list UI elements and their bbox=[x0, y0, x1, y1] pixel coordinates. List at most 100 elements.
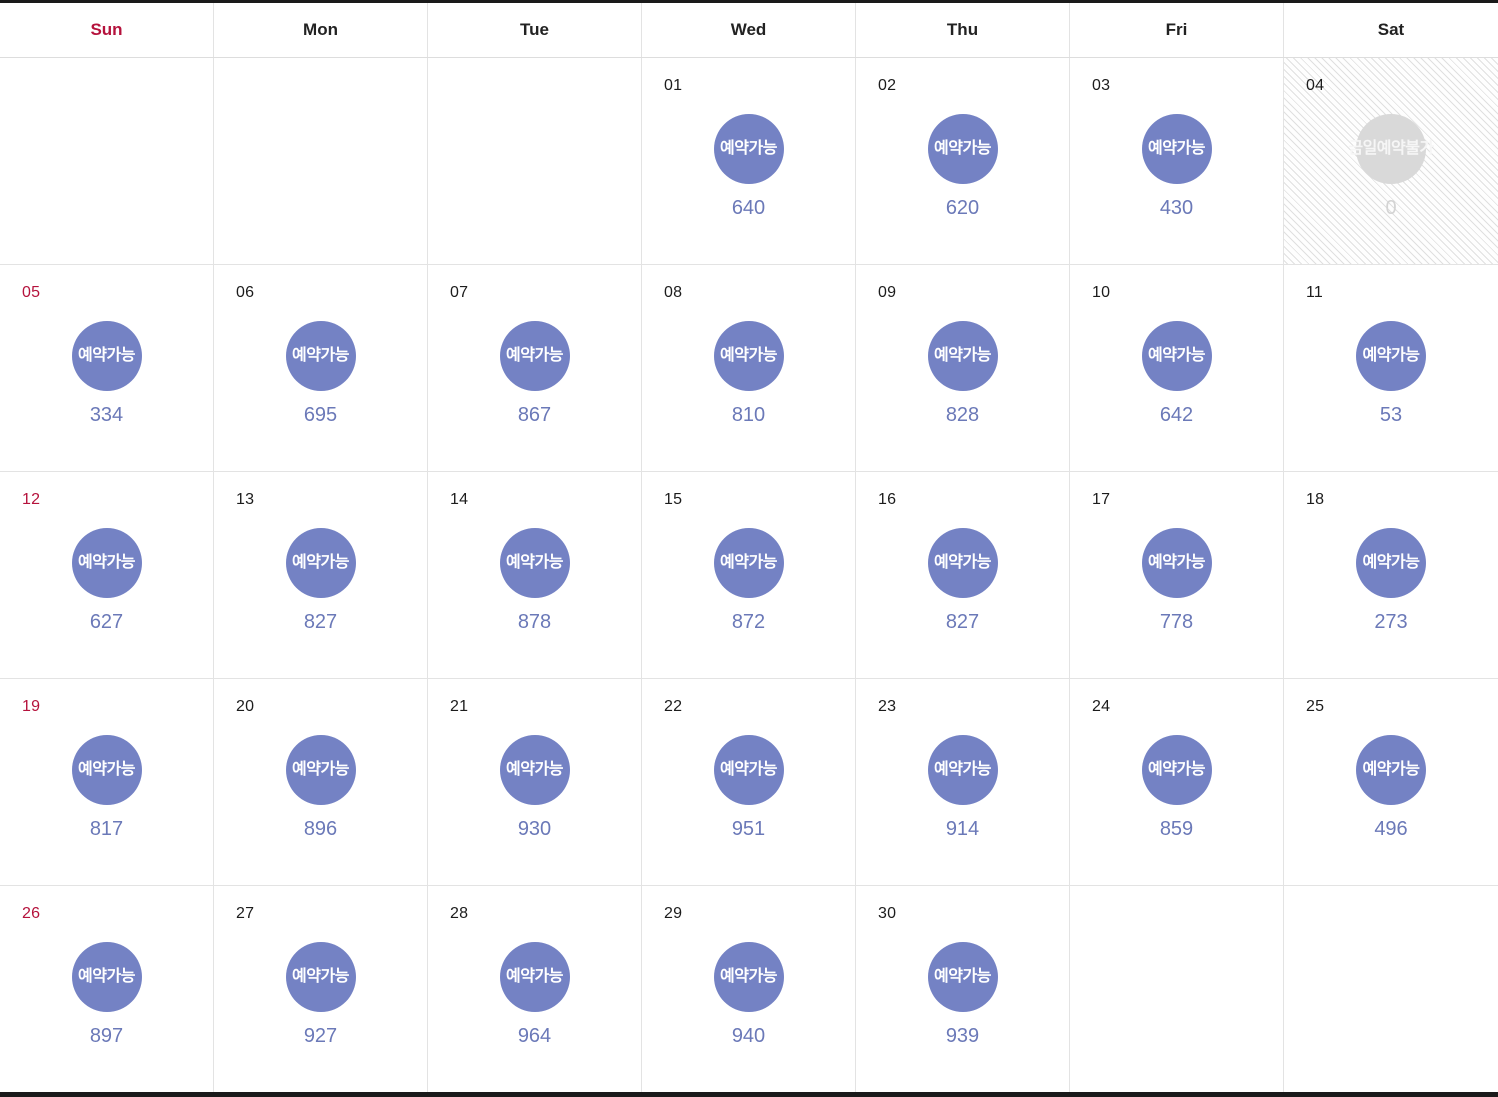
available-count: 778 bbox=[1159, 611, 1194, 633]
available-count: 273 bbox=[1374, 611, 1408, 633]
booking-available-button[interactable]: 예약가능 bbox=[713, 321, 784, 391]
booking-available-button[interactable]: 예약가능 bbox=[285, 735, 356, 805]
booking-available-button[interactable]: 예약가능 bbox=[499, 321, 570, 391]
day-cell-11[interactable]: 11 예약가능 53 bbox=[1284, 265, 1498, 471]
day-body: 예약가능 810 bbox=[642, 321, 855, 425]
status-label: 예약가능 bbox=[292, 347, 349, 364]
available-count: 867 bbox=[517, 404, 552, 426]
day-cell-22[interactable]: 22 예약가능 951 bbox=[642, 679, 856, 885]
booking-available-button[interactable]: 예약가능 bbox=[713, 735, 784, 805]
available-count: 872 bbox=[731, 611, 766, 633]
day-cell-23[interactable]: 23 예약가능 914 bbox=[856, 679, 1070, 885]
day-cell-16[interactable]: 16 예약가능 827 bbox=[856, 472, 1070, 678]
booking-available-button[interactable]: 예약가능 bbox=[71, 942, 142, 1012]
booking-available-button[interactable]: 예약가능 bbox=[1141, 321, 1212, 391]
booking-available-button[interactable]: 예약가능 bbox=[1356, 321, 1426, 391]
booking-available-button[interactable]: 예약가능 bbox=[1356, 735, 1426, 805]
day-number: 06 bbox=[236, 284, 255, 301]
day-cell-30[interactable]: 30 예약가능 939 bbox=[856, 886, 1070, 1092]
status-label: 예약가능 bbox=[720, 554, 777, 571]
day-number: 20 bbox=[236, 698, 255, 715]
day-cell-24[interactable]: 24 예약가능 859 bbox=[1070, 679, 1284, 885]
available-count: 695 bbox=[303, 404, 338, 426]
booking-available-button[interactable]: 예약가능 bbox=[71, 528, 142, 598]
booking-available-button[interactable]: 예약가능 bbox=[927, 321, 998, 391]
status-label: 예약가능 bbox=[506, 761, 563, 778]
day-number: 13 bbox=[236, 491, 255, 508]
available-count: 927 bbox=[303, 1025, 338, 1047]
day-cell-25[interactable]: 25 예약가능 496 bbox=[1284, 679, 1498, 885]
day-body: 예약가능 827 bbox=[856, 528, 1069, 632]
day-cell-15[interactable]: 15 예약가능 872 bbox=[642, 472, 856, 678]
day-cell-05[interactable]: 05 예약가능 334 bbox=[0, 265, 214, 471]
weekday-header-row: Sun Mon Tue Wed Thu Fri Sat bbox=[0, 3, 1498, 58]
available-count: 430 bbox=[1159, 197, 1194, 219]
day-cell-27[interactable]: 27 예약가능 927 bbox=[214, 886, 428, 1092]
booking-available-button[interactable]: 예약가능 bbox=[285, 942, 356, 1012]
day-cell-12[interactable]: 12 예약가능 627 bbox=[0, 472, 214, 678]
day-cell-26[interactable]: 26 예약가능 897 bbox=[0, 886, 214, 1092]
booking-available-button[interactable]: 예약가능 bbox=[927, 528, 998, 598]
day-cell-02[interactable]: 02 예약가능 620 bbox=[856, 58, 1070, 264]
booking-available-button[interactable]: 예약가능 bbox=[499, 528, 570, 598]
booking-available-button[interactable]: 예약가능 bbox=[499, 735, 570, 805]
weekday-header-tue: Tue bbox=[428, 3, 642, 57]
booking-available-button[interactable]: 예약가능 bbox=[713, 528, 784, 598]
status-label: 예약가능 bbox=[78, 554, 135, 571]
day-body: 예약가능 897 bbox=[0, 942, 213, 1046]
day-number: 04 bbox=[1306, 77, 1325, 94]
weekday-header-mon: Mon bbox=[214, 3, 428, 57]
day-cell-14[interactable]: 14 예약가능 878 bbox=[428, 472, 642, 678]
day-cell-13[interactable]: 13 예약가능 827 bbox=[214, 472, 428, 678]
weekday-header-sun: Sun bbox=[0, 3, 214, 57]
day-cell-10[interactable]: 10 예약가능 642 bbox=[1070, 265, 1284, 471]
booking-available-button[interactable]: 예약가능 bbox=[927, 735, 998, 805]
available-count: 914 bbox=[945, 818, 980, 840]
status-label: 예약가능 bbox=[78, 347, 135, 364]
day-body: 예약가능 878 bbox=[428, 528, 641, 632]
booking-available-button[interactable]: 예약가능 bbox=[285, 528, 356, 598]
booking-available-button[interactable]: 예약가능 bbox=[927, 114, 998, 184]
day-body: 금일예약불가 0 bbox=[1284, 114, 1498, 218]
day-cell-29[interactable]: 29 예약가능 940 bbox=[642, 886, 856, 1092]
day-cell-01[interactable]: 01 예약가능 640 bbox=[642, 58, 856, 264]
week-row: 12 예약가능 627 13 예약가능 827 14 예약가능 878 15 예약가능 872 16 예약… bbox=[0, 472, 1498, 679]
booking-available-button[interactable]: 예약가능 bbox=[713, 942, 784, 1012]
booking-available-button[interactable]: 예약가능 bbox=[713, 114, 784, 184]
day-cell-03[interactable]: 03 예약가능 430 bbox=[1070, 58, 1284, 264]
status-label: 예약가능 bbox=[1148, 347, 1205, 364]
booking-available-button[interactable]: 예약가능 bbox=[1141, 114, 1212, 184]
day-body: 예약가능 930 bbox=[428, 735, 641, 839]
booking-available-button[interactable]: 예약가능 bbox=[71, 321, 142, 391]
status-label: 예약가능 bbox=[934, 554, 991, 571]
day-cell-18[interactable]: 18 예약가능 273 bbox=[1284, 472, 1498, 678]
day-cell-empty bbox=[0, 58, 214, 264]
day-cell-08[interactable]: 08 예약가능 810 bbox=[642, 265, 856, 471]
day-cell-21[interactable]: 21 예약가능 930 bbox=[428, 679, 642, 885]
booking-available-button[interactable]: 예약가능 bbox=[1141, 735, 1212, 805]
day-cell-09[interactable]: 09 예약가능 828 bbox=[856, 265, 1070, 471]
day-number: 01 bbox=[664, 77, 683, 94]
day-cell-07[interactable]: 07 예약가능 867 bbox=[428, 265, 642, 471]
day-number: 14 bbox=[450, 491, 469, 508]
booking-available-button[interactable]: 예약가능 bbox=[71, 735, 142, 805]
day-cell-28[interactable]: 28 예약가능 964 bbox=[428, 886, 642, 1092]
status-label: 예약가능 bbox=[934, 140, 991, 157]
day-number: 16 bbox=[878, 491, 897, 508]
day-body: 예약가능 951 bbox=[642, 735, 855, 839]
status-label: 예약가능 bbox=[720, 968, 777, 985]
day-cell-17[interactable]: 17 예약가능 778 bbox=[1070, 472, 1284, 678]
booking-available-button[interactable]: 예약가능 bbox=[1141, 528, 1212, 598]
day-cell-empty bbox=[1070, 886, 1284, 1092]
booking-available-button[interactable]: 예약가능 bbox=[927, 942, 998, 1012]
status-label: 예약가능 bbox=[78, 761, 135, 778]
day-cell-20[interactable]: 20 예약가능 896 bbox=[214, 679, 428, 885]
booking-available-button[interactable]: 예약가능 bbox=[285, 321, 356, 391]
day-cell-06[interactable]: 06 예약가능 695 bbox=[214, 265, 428, 471]
day-cell-19[interactable]: 19 예약가능 817 bbox=[0, 679, 214, 885]
status-label: 예약가능 bbox=[78, 968, 135, 985]
booking-available-button[interactable]: 예약가능 bbox=[499, 942, 570, 1012]
day-body: 예약가능 778 bbox=[1070, 528, 1283, 632]
status-label: 예약가능 bbox=[506, 968, 563, 985]
booking-available-button[interactable]: 예약가능 bbox=[1356, 528, 1426, 598]
